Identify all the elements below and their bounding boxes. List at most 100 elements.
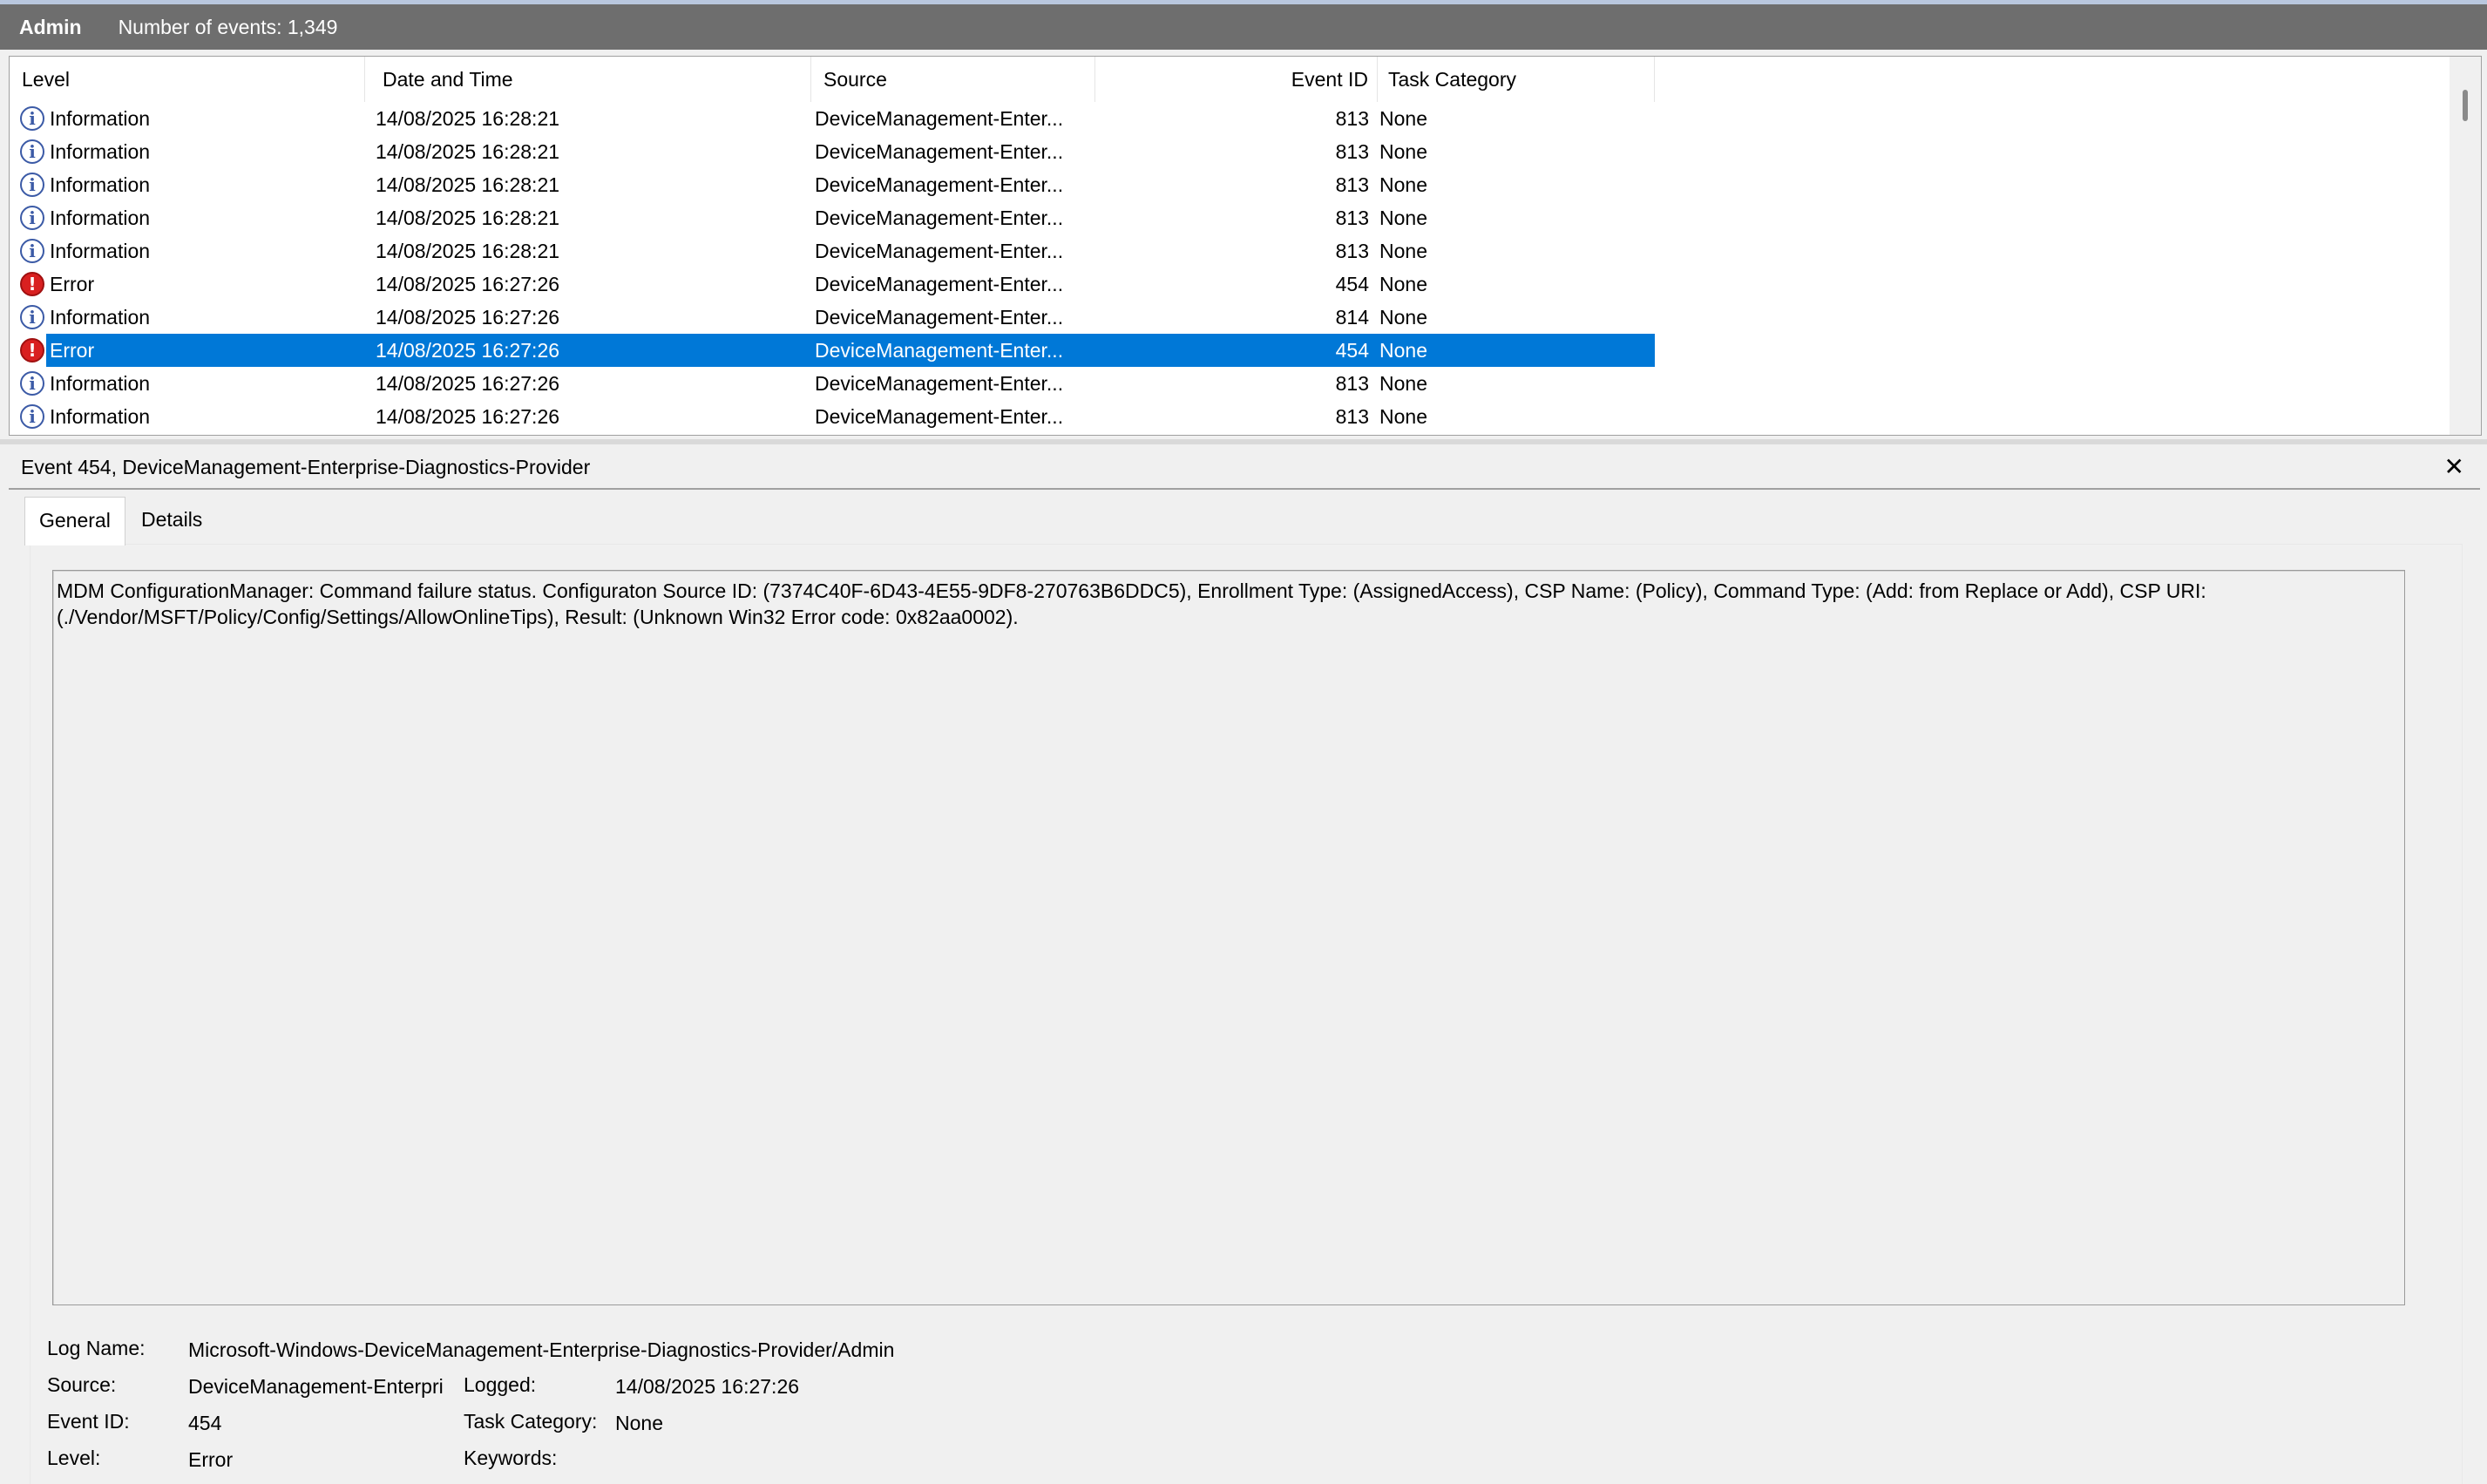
task-category-cell: None <box>1379 405 1427 428</box>
event-id-value[interactable]: 454 <box>188 1412 221 1435</box>
close-icon[interactable]: ✕ <box>2444 446 2464 488</box>
level-cell: Information <box>50 173 151 196</box>
information-icon: i <box>20 305 44 329</box>
information-icon: i <box>20 173 44 197</box>
information-icon: i <box>20 239 44 263</box>
event-row[interactable]: i Information 14/08/2025 16:27:26 DeviceMan… <box>10 400 1655 433</box>
level-cell: Information <box>50 140 151 163</box>
source-value[interactable]: DeviceManagement-Enterpri <box>188 1375 444 1399</box>
column-header-event-id[interactable]: Event ID <box>1095 57 1378 102</box>
scrollbar-thumb[interactable] <box>2463 90 2468 121</box>
source-cell: DeviceManagement-Enter... <box>815 173 1064 196</box>
logged-value[interactable]: 14/08/2025 16:27:26 <box>615 1375 799 1399</box>
keywords-label: Keywords: <box>464 1447 558 1469</box>
event-rows: i Information 14/08/2025 16:28:21 DeviceMan… <box>10 102 1655 433</box>
event-id-cell: 814 <box>1335 306 1369 329</box>
datetime-cell: 14/08/2025 16:27:26 <box>376 372 560 395</box>
error-icon: ! <box>20 272 44 296</box>
level-value[interactable]: Error <box>188 1448 233 1472</box>
task-category-value[interactable]: None <box>615 1412 663 1435</box>
event-row[interactable]: i Information 14/08/2025 16:28:21 DeviceMan… <box>10 201 1655 234</box>
task-category-cell: None <box>1379 207 1427 229</box>
source-cell: DeviceManagement-Enter... <box>815 405 1064 428</box>
source-cell: DeviceManagement-Enter... <box>815 140 1064 163</box>
vertical-scrollbar[interactable] <box>2450 57 2481 435</box>
datetime-cell: 14/08/2025 16:28:21 <box>376 140 560 163</box>
event-id-cell: 813 <box>1335 140 1369 163</box>
task-category-cell: None <box>1379 107 1427 130</box>
event-row[interactable]: i Information 14/08/2025 16:28:21 DeviceMan… <box>10 234 1655 268</box>
event-id-cell: 813 <box>1335 372 1369 395</box>
event-message-line-2: (./Vendor/MSFT/Policy/Config/Settings/Al… <box>57 606 1019 628</box>
level-cell: Information <box>50 240 151 262</box>
column-header-date-time[interactable]: Date and Time <box>365 57 811 102</box>
event-id-cell: 813 <box>1335 107 1369 130</box>
event-row[interactable]: i Information 14/08/2025 16:27:26 DeviceMan… <box>10 367 1655 400</box>
event-row[interactable]: ! Error 14/08/2025 16:27:26 DeviceManagemen… <box>10 268 1655 301</box>
task-category-label: Task Category: <box>464 1410 598 1433</box>
column-header-task-category[interactable]: Task Category <box>1378 57 1655 102</box>
level-cell: Error <box>50 273 95 295</box>
error-icon: ! <box>20 338 44 363</box>
event-message-box[interactable]: MDM ConfigurationManager: Command failur… <box>52 570 2405 1305</box>
task-category-cell: None <box>1379 173 1427 196</box>
level-cell: Information <box>50 405 151 428</box>
event-list[interactable]: Level Date and Time Source Event ID Task… <box>9 56 2482 436</box>
source-cell: DeviceManagement-Enter... <box>815 372 1064 395</box>
source-cell: DeviceManagement-Enter... <box>815 240 1064 262</box>
datetime-cell: 14/08/2025 16:27:26 <box>376 339 560 362</box>
pane-splitter[interactable] <box>0 439 2487 444</box>
log-header: Admin Number of events: 1,349 <box>0 4 2487 50</box>
level-cell: Information <box>50 207 151 229</box>
information-icon: i <box>20 106 44 131</box>
column-header-level[interactable]: Level <box>10 57 365 102</box>
source-cell: DeviceManagement-Enter... <box>815 339 1064 362</box>
event-count: Number of events: 1,349 <box>118 15 338 38</box>
event-id-cell: 813 <box>1335 405 1369 428</box>
tab-details[interactable]: Details <box>127 497 216 542</box>
event-id-cell: 813 <box>1335 240 1369 262</box>
level-cell: Information <box>50 107 151 130</box>
datetime-cell: 14/08/2025 16:28:21 <box>376 173 560 196</box>
task-category-cell: None <box>1379 140 1427 163</box>
logged-label: Logged: <box>464 1373 537 1396</box>
datetime-cell: 14/08/2025 16:27:26 <box>376 405 560 428</box>
event-id-cell: 813 <box>1335 207 1369 229</box>
level-cell: Error <box>50 339 95 362</box>
information-icon: i <box>20 404 44 429</box>
datetime-cell: 14/08/2025 16:28:21 <box>376 107 560 130</box>
task-category-cell: None <box>1379 306 1427 329</box>
event-id-cell: 813 <box>1335 173 1369 196</box>
datetime-cell: 14/08/2025 16:27:26 <box>376 306 560 329</box>
event-message-line-1: MDM ConfigurationManager: Command failur… <box>57 579 2206 602</box>
event-row[interactable]: i Information 14/08/2025 16:28:21 DeviceMan… <box>10 168 1655 201</box>
tab-general[interactable]: General <box>24 497 125 545</box>
column-header-source[interactable]: Source <box>811 57 1095 102</box>
event-id-cell: 454 <box>1335 339 1369 362</box>
information-icon: i <box>20 206 44 230</box>
event-detail-header: Event 454, DeviceManagement-Enterprise-D… <box>9 446 2480 490</box>
information-icon: i <box>20 139 44 164</box>
event-id-label: Event ID: <box>47 1410 130 1433</box>
event-row[interactable]: ! Error 14/08/2025 16:27:26 DeviceManagemen… <box>10 334 1655 367</box>
source-cell: DeviceManagement-Enter... <box>815 107 1064 130</box>
event-row[interactable]: i Information 14/08/2025 16:28:21 DeviceMan… <box>10 135 1655 168</box>
level-cell: Information <box>50 306 151 329</box>
event-row[interactable]: i Information 14/08/2025 16:27:26 DeviceMan… <box>10 301 1655 334</box>
information-icon: i <box>20 371 44 396</box>
task-category-cell: None <box>1379 240 1427 262</box>
column-header-row: Level Date and Time Source Event ID Task… <box>10 57 1655 102</box>
log-title: Admin <box>19 15 82 38</box>
event-id-cell: 454 <box>1335 273 1369 295</box>
event-row[interactable]: i Information 14/08/2025 16:28:21 DeviceMan… <box>10 102 1655 135</box>
source-cell: DeviceManagement-Enter... <box>815 273 1064 295</box>
datetime-cell: 14/08/2025 16:28:21 <box>376 240 560 262</box>
task-category-cell: None <box>1379 339 1427 362</box>
event-detail-title: Event 454, DeviceManagement-Enterprise-D… <box>21 456 591 478</box>
datetime-cell: 14/08/2025 16:28:21 <box>376 207 560 229</box>
log-name-label: Log Name: <box>47 1337 146 1359</box>
source-cell: DeviceManagement-Enter... <box>815 306 1064 329</box>
log-name-value[interactable]: Microsoft-Windows-DeviceManagement-Enter… <box>188 1338 894 1362</box>
task-category-cell: None <box>1379 372 1427 395</box>
source-label: Source: <box>47 1373 117 1396</box>
